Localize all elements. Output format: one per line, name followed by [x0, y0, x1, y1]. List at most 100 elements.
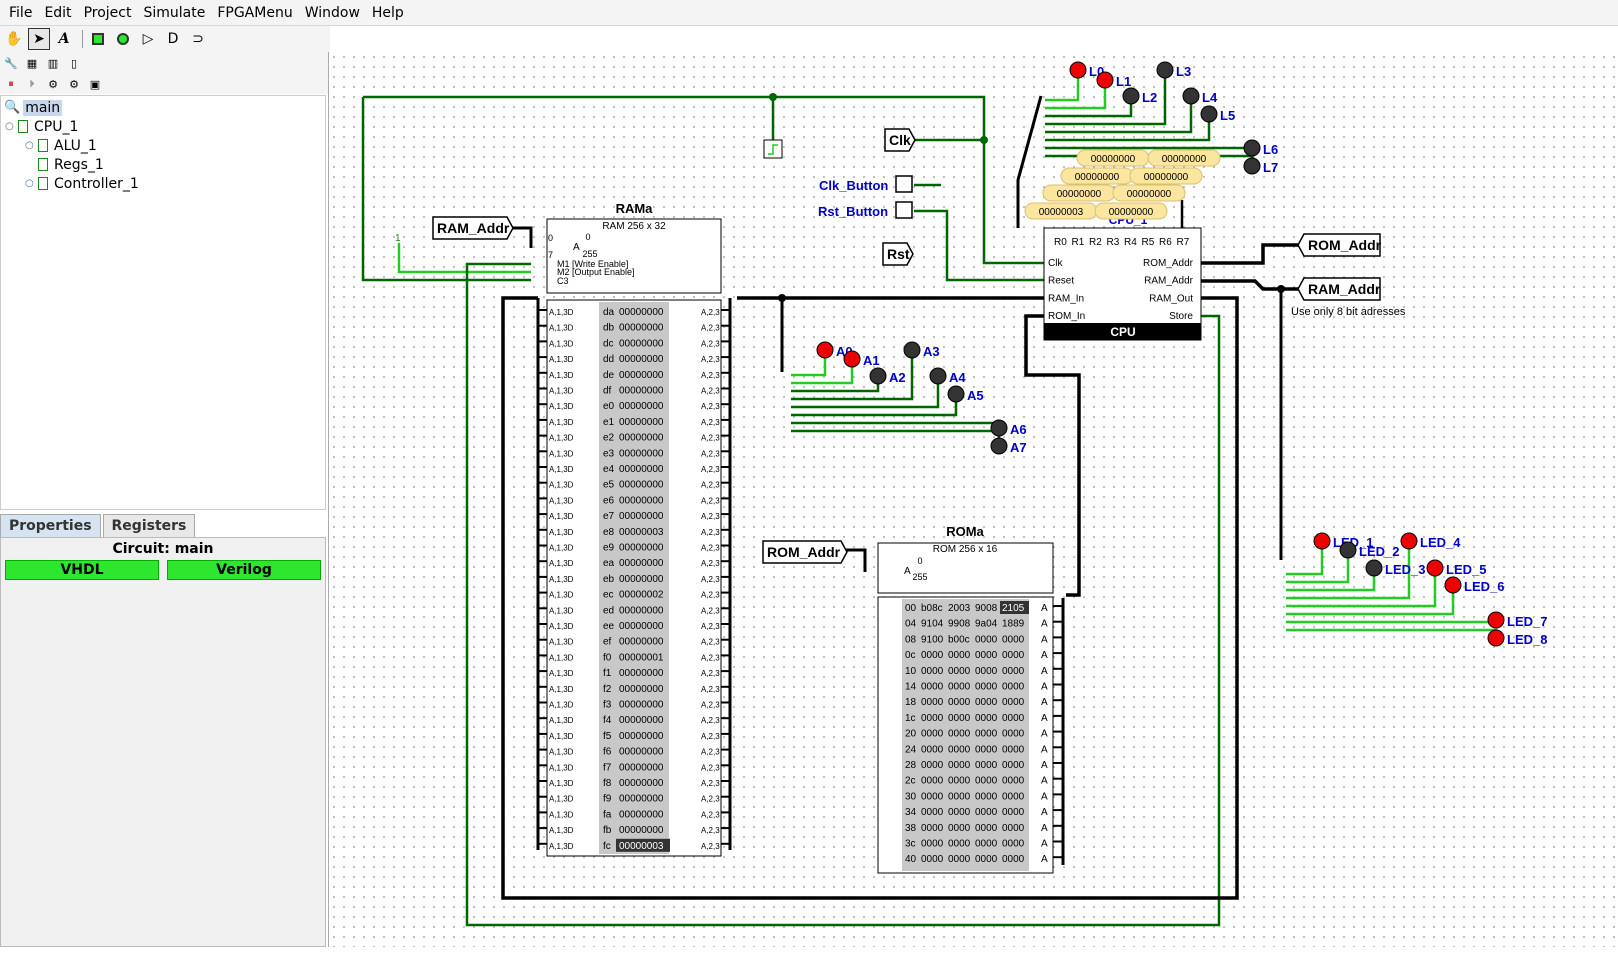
led-led1[interactable] — [1313, 532, 1331, 550]
circuit-title: Circuit: main — [112, 541, 214, 557]
expand-icon[interactable]: ○ — [25, 140, 35, 151]
ram-pin-label: A,1,3D — [549, 638, 574, 647]
ram-pin-label: A,2,3 — [701, 810, 720, 819]
cpu-reg-label: R2 — [1089, 237, 1102, 248]
ram-pin-label: A,1,3D — [549, 465, 574, 474]
ram-row-value: 00000000 — [619, 809, 664, 820]
step-icon[interactable]: ⏵ — [24, 77, 40, 91]
appearance-icon[interactable]: ▯ — [66, 56, 82, 70]
rom-row-value: 2105 — [1002, 603, 1025, 614]
rom-row-value: b08c — [921, 603, 943, 614]
ram-pin-label: A,1,3D — [549, 779, 574, 788]
collapse-icon[interactable]: ○ — [5, 121, 15, 132]
ram-row-value: 00000000 — [619, 495, 664, 506]
rom-row-addr: 38 — [905, 823, 917, 834]
tree-item-cpu[interactable]: ○ CPU_1 — [5, 117, 78, 136]
ram-row-addr: ef — [603, 637, 612, 648]
led-label: L1 — [1116, 74, 1131, 89]
subcircuit-icon — [38, 158, 48, 171]
layout-icon[interactable]: ▥ — [45, 56, 61, 70]
led-label: LED_8 — [1507, 632, 1547, 647]
led-l4[interactable] — [1182, 87, 1200, 105]
select-tool-icon[interactable]: ➤ — [28, 28, 50, 50]
tree-item-regs[interactable]: Regs_1 — [38, 155, 104, 174]
output-pin-icon[interactable] — [112, 28, 134, 50]
ram-pin-label: A,2,3 — [701, 308, 720, 317]
menu-file[interactable]: File — [9, 5, 32, 21]
text-tool-icon[interactable]: A — [53, 28, 75, 50]
rst-button[interactable] — [895, 201, 913, 219]
led-led4[interactable] — [1400, 532, 1418, 550]
led-a6[interactable] — [990, 419, 1008, 437]
vhdl-button[interactable]: VHDL — [5, 560, 159, 580]
led-a3[interactable] — [903, 341, 921, 359]
ram-pin-label: A,1,3D — [549, 449, 574, 458]
led-a4[interactable] — [929, 367, 947, 385]
tick-full-icon[interactable]: ⚙ — [66, 77, 82, 91]
led-led6[interactable] — [1444, 576, 1462, 594]
led-led3[interactable] — [1365, 559, 1383, 577]
rom-row-value: 0000 — [1002, 697, 1025, 708]
menu-help[interactable]: Help — [372, 5, 404, 21]
led-a7[interactable] — [990, 437, 1008, 455]
tree-item-controller[interactable]: ○ Controller_1 — [25, 174, 139, 193]
simulation-tree-icon[interactable]: ▦ — [24, 56, 40, 70]
clk-button[interactable] — [895, 175, 913, 193]
input-pin-icon[interactable] — [87, 28, 109, 50]
chrono-icon[interactable]: ▣ — [87, 77, 103, 91]
led-a5[interactable] — [947, 385, 965, 403]
and-gate-icon[interactable]: D — [162, 28, 184, 50]
menu-simulate[interactable]: Simulate — [143, 5, 205, 21]
rom-row-value: 0000 — [1002, 744, 1025, 755]
led-l0[interactable] — [1069, 61, 1087, 79]
led-led5[interactable] — [1426, 559, 1444, 577]
led-led2[interactable] — [1339, 541, 1357, 559]
not-gate-icon[interactable]: ▷ — [137, 28, 159, 50]
menu-window[interactable]: Window — [305, 5, 360, 21]
cpu-right-port: ROM_Addr — [1143, 258, 1194, 269]
tree-item-alu[interactable]: ○ ALU_1 — [25, 136, 97, 155]
wrench-icon[interactable]: 🔧 — [3, 56, 19, 70]
schematic[interactable]: RAM_Addr ROM_Addr ROM_Addr RAM_Addr Clk Rst Us… — [329, 52, 1618, 947]
or-gate-icon[interactable]: ⊃ — [187, 28, 209, 50]
rom-row-addr: 18 — [905, 697, 917, 708]
led-led7[interactable] — [1487, 611, 1505, 629]
tick-icon[interactable]: ⚙ — [45, 77, 61, 91]
led-a1[interactable] — [843, 350, 861, 368]
ram-pin-label: A,2,3 — [701, 544, 720, 553]
poke-tool-icon[interactable]: ✋ — [3, 28, 25, 50]
circuit-tree: 🔍 main ○ CPU_1 ○ ALU_1 Regs_1 ○ Controller_… — [0, 95, 326, 510]
led-led8[interactable] — [1487, 629, 1505, 647]
menu-edit[interactable]: Edit — [44, 5, 71, 21]
ram-row-addr: f7 — [603, 762, 612, 773]
led-label: L3 — [1176, 64, 1191, 79]
ram-pin-label: A,1,3D — [549, 512, 574, 521]
led-l7[interactable] — [1243, 157, 1261, 175]
menu-fpga[interactable]: FPGAMenu — [217, 5, 292, 21]
menu-project[interactable]: Project — [84, 5, 132, 21]
ram-row-value: 00000000 — [619, 747, 664, 758]
rom-row-value: 9908 — [948, 619, 971, 630]
led-l2[interactable] — [1122, 87, 1140, 105]
pause-icon[interactable]: ⏸ — [3, 77, 19, 91]
led-l5[interactable] — [1200, 105, 1218, 123]
expand-icon[interactable]: ○ — [25, 178, 35, 189]
tab-properties[interactable]: Properties — [0, 514, 101, 538]
led-l3[interactable] — [1156, 61, 1174, 79]
verilog-button[interactable]: Verilog — [167, 560, 321, 580]
ram-pin-label: A,2,3 — [701, 528, 720, 537]
led-a2[interactable] — [869, 367, 887, 385]
tab-registers[interactable]: Registers — [102, 514, 196, 538]
ram-row-value: 00000001 — [619, 652, 664, 663]
rom-row-addr: 1c — [905, 713, 916, 724]
led-l1[interactable] — [1096, 71, 1114, 89]
tree-item-main[interactable]: 🔍 main — [4, 98, 63, 117]
led-a0[interactable] — [816, 341, 834, 359]
led-l6[interactable] — [1243, 139, 1261, 157]
circuit-canvas[interactable]: RAM_Addr ROM_Addr ROM_Addr RAM_Addr Clk Rst Us… — [328, 52, 1618, 947]
ram-row-value: 00000000 — [619, 433, 664, 444]
rom-row-addr: 2c — [905, 776, 916, 787]
rom-row-value: 0000 — [921, 760, 944, 771]
cpu-left-port: Reset — [1048, 276, 1074, 287]
ram-row-addr: e6 — [603, 495, 615, 506]
